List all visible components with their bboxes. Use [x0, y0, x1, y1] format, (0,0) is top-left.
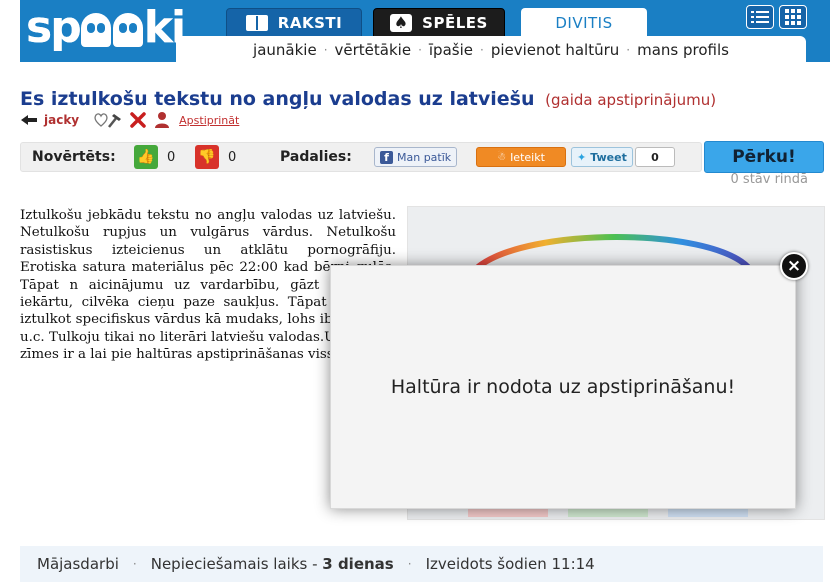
subnav-ipasie[interactable]: īpašie [429, 41, 473, 59]
subnav-separator: · [323, 43, 328, 57]
share-label: Padalies: [280, 149, 352, 165]
subnav-jaunakie[interactable]: jaunākie [253, 41, 317, 59]
subnav-separator: · [479, 43, 484, 57]
post-meta: jacky Apstiprināt [20, 110, 239, 130]
modal-close-button[interactable]: × [780, 252, 808, 280]
thumb-up-button[interactable]: 👍 [134, 145, 158, 169]
tab-speles-label: SPĒLES [422, 13, 488, 32]
dislikes-count: 0 [228, 150, 237, 165]
rating-bar: Novērtēts: 👍 0 👎 0 Padalies: f Man patīk… [20, 142, 702, 172]
subnav-separator: · [418, 43, 422, 57]
subnav-pievienot-halturu[interactable]: pievienot haltūru [491, 41, 619, 59]
time-value: 3 dienas [322, 555, 394, 573]
category-label[interactable]: Mājasdarbi [37, 555, 119, 573]
modal-message: Haltūra ir nodota uz apstiprināšanu! [390, 376, 736, 398]
footer-separator: · [132, 557, 137, 571]
draugiem-icon: ☃ [497, 151, 507, 163]
book-icon [245, 14, 268, 31]
thumb-down-icon: 👎 [198, 149, 216, 165]
ghost-icon [80, 13, 111, 47]
tab-divitis-label: DIVITIS [555, 13, 613, 32]
tab-raksti-label: RAKSTI [277, 13, 343, 32]
ghost-icon [112, 13, 143, 47]
close-icon: × [786, 256, 802, 276]
sub-navigation: jaunākie · vērtētākie · īpašie · pievien… [176, 36, 806, 64]
author-rank-icon [21, 115, 37, 125]
like-tools-icon[interactable] [93, 111, 123, 129]
thumb-down-button[interactable]: 👎 [195, 145, 219, 169]
delete-icon[interactable] [129, 111, 147, 129]
author-link[interactable]: jacky [44, 113, 79, 127]
spade-icon: ♠ [390, 13, 413, 32]
footer-separator: · [407, 557, 412, 571]
list-view-icon [751, 11, 769, 23]
confirmation-modal: Haltūra ir nodota uz apstiprināšanu! [330, 265, 796, 509]
post-info-bar: Mājasdarbi · Nepieciešamais laiks - 3 di… [20, 546, 823, 582]
tweet-count: 0 [635, 147, 675, 167]
user-icon[interactable] [153, 111, 171, 129]
likes-count: 0 [167, 150, 176, 165]
tab-divitis[interactable]: DIVITIS [521, 8, 647, 37]
queue-count: 0 stāv rindā [730, 172, 808, 187]
subnav-mans-profils[interactable]: mans profils [637, 41, 729, 59]
list-view-button[interactable] [746, 5, 774, 29]
twitter-icon: ✦ [577, 150, 587, 164]
grid-view-button[interactable] [779, 5, 807, 29]
thumb-up-icon: 👍 [137, 149, 155, 165]
subnav-separator: · [626, 43, 631, 57]
tweet-label: Tweet [590, 150, 627, 164]
subnav-vertetakie[interactable]: vērtētākie [335, 41, 412, 59]
tab-speles[interactable]: ♠ SPĒLES [373, 8, 505, 37]
post-title-text: Es iztulkošu tekstu no angļu valodas uz … [20, 88, 535, 110]
approve-link[interactable]: Apstiprināt [179, 114, 239, 127]
tab-raksti[interactable]: RAKSTI [226, 8, 362, 37]
post-title: Es iztulkošu tekstu no angļu valodas uz … [20, 88, 716, 110]
post-status: (gaida apstiprinājumu) [545, 91, 717, 109]
tweet-button[interactable]: ✦ Tweet [571, 147, 633, 167]
created-date: Izveidots šodien 11:14 [425, 555, 595, 573]
ieteikt-label: Ieteikt [510, 150, 545, 164]
time-label: Nepieciešamais laiks - [150, 555, 318, 573]
facebook-like-button[interactable]: f Man patīk [374, 147, 458, 167]
ieteikt-button[interactable]: ☃ Ieteikt [476, 147, 566, 167]
rated-label: Novērtēts: [32, 149, 116, 165]
buy-button[interactable]: Pērku! [704, 141, 824, 173]
grid-view-icon [785, 9, 801, 25]
facebook-icon: f [380, 150, 393, 164]
site-logo[interactable]: sp ki [26, 2, 186, 60]
facebook-like-label: Man patīk [397, 150, 452, 164]
